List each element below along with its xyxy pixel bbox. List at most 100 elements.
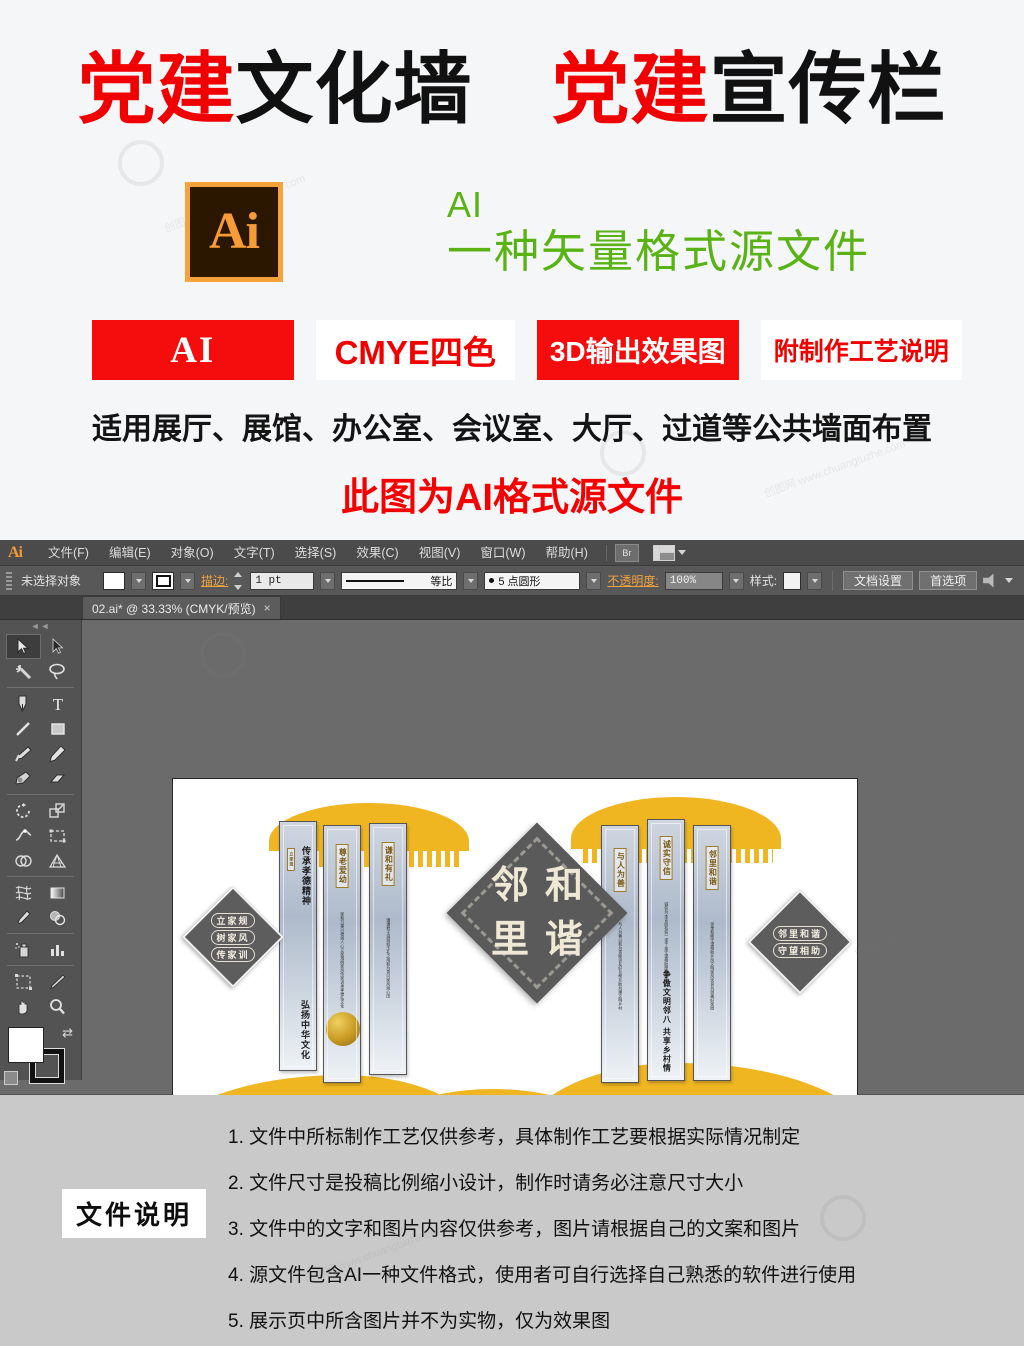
brush-definition-select[interactable]: 5 点圆形 — [484, 571, 581, 590]
menu-type[interactable]: 文字(T) — [224, 540, 285, 566]
promo-page: 创图网 www.chuangtuzhe.com 创图网 www.chuangtu… — [0, 0, 1024, 1346]
stroke-dropdown-icon[interactable] — [180, 571, 196, 590]
scale-tool[interactable] — [41, 798, 76, 823]
opacity-label[interactable]: 不透明度: — [607, 572, 658, 589]
diamond-right-content: 邻里和谐 守望相助 — [765, 907, 835, 977]
toolbox-grip[interactable]: ◄◄ — [0, 620, 81, 632]
document-tab[interactable]: 02.ai* @ 33.33% (CMYK/预览) × — [82, 596, 281, 619]
opacity-dropdown-icon[interactable] — [728, 571, 744, 590]
toolbox-panel: ◄◄ T ⇄ — [0, 620, 82, 1113]
menu-object[interactable]: 对象(O) — [161, 540, 224, 566]
blob-brush-tool[interactable] — [6, 766, 41, 791]
slice-tool[interactable] — [41, 969, 76, 994]
center-diamond-chars: 邻 和 里 谐 — [473, 849, 601, 977]
document-tab-bar: 02.ai* @ 33.33% (CMYK/预览) × — [0, 596, 1024, 620]
panel-right-1-body: 与人为善以和为贵睦邻友好互帮互助共建文明乡村 — [618, 922, 624, 1010]
shape-builder-tool[interactable] — [6, 848, 41, 873]
zoom-tool[interactable] — [41, 994, 76, 1019]
ink-ball-ornament — [326, 1012, 360, 1046]
workspace-layout-icon — [652, 544, 675, 561]
document-setup-button[interactable]: 文档设置 — [843, 571, 914, 590]
tool-grid: T — [0, 632, 81, 1019]
panel-left-1-subtitle: 弘扬中华文化 — [300, 1000, 310, 1060]
default-fill-stroke-icon[interactable] — [4, 1071, 18, 1085]
diamond-badge-right: 邻里和谐 守望相助 — [747, 889, 853, 995]
rectangle-tool[interactable] — [41, 716, 76, 741]
stroke-profile-dropdown-icon[interactable] — [463, 571, 479, 590]
magic-wand-tool[interactable] — [6, 659, 41, 684]
column-graph-tool[interactable] — [41, 937, 76, 962]
panel-left-1-title: 传承孝德精神 — [301, 846, 311, 906]
stroke-color-swatch[interactable] — [152, 571, 175, 590]
panel-right-1-title: 与人为善 — [613, 848, 627, 892]
gradient-tool[interactable] — [41, 880, 76, 905]
diamond-left-line-2: 树家风 — [211, 929, 255, 945]
menu-file[interactable]: 文件(F) — [38, 540, 99, 566]
close-icon[interactable]: × — [264, 601, 271, 615]
stroke-weight-dropdown-icon[interactable] — [320, 571, 336, 590]
title-part-1: 党建 — [77, 45, 236, 133]
bridge-icon[interactable]: Br — [614, 543, 639, 562]
menu-help[interactable]: 帮助(H) — [536, 540, 598, 566]
eraser-tool[interactable] — [41, 766, 76, 791]
menu-bar: Ai 文件(F) 编辑(E) 对象(O) 文字(T) 选择(S) 效果(C) 视… — [0, 540, 1024, 566]
mesh-tool[interactable] — [6, 880, 41, 905]
selection-tool[interactable] — [6, 634, 41, 659]
alert-icon[interactable] — [983, 573, 994, 588]
pencil-tool[interactable] — [41, 741, 76, 766]
preferences-button[interactable]: 首选项 — [919, 571, 978, 590]
free-transform-tool[interactable] — [41, 823, 76, 848]
control-bar: 未选择对象 描边: 1 pt 等比 5 点圆形 不透明度: 100% 样式: 文… — [0, 566, 1024, 596]
brush-dropdown-icon[interactable] — [586, 571, 602, 590]
panel-left-3-body: 谦谦君子温润如玉礼之用和为贵兴家风润心田 — [386, 918, 392, 998]
panel-grip[interactable] — [6, 571, 12, 590]
width-tool[interactable] — [6, 823, 41, 848]
menu-edit[interactable]: 编辑(E) — [99, 540, 161, 566]
rotate-tool[interactable] — [6, 798, 41, 823]
tool-divider — [7, 687, 74, 688]
stroke-weight-stepper[interactable] — [234, 571, 244, 590]
menu-window[interactable]: 窗口(W) — [470, 540, 535, 566]
fill-dropdown-icon[interactable] — [131, 571, 147, 590]
ai-logo-label: Ai — [209, 203, 260, 260]
panel-right-2-body: 诚信为本言而有信一诺千金守望相助厚德载物 — [664, 902, 670, 982]
panel-right-3: 邻里和谐 邻里和睦守望相助乡风文明家风优良共创美好家园 — [693, 825, 731, 1081]
paintbrush-tool[interactable] — [6, 741, 41, 766]
stroke-profile-select[interactable]: 等比 — [341, 571, 458, 590]
tool-divider — [7, 876, 74, 877]
overflow-chevron-icon[interactable] — [1005, 578, 1014, 583]
fill-color-swatch[interactable] — [103, 571, 126, 590]
panel-right-2: 诚实守信 诚信为本言而有信一诺千金守望相助厚德载物 争做文明邻八 共享乡村情 — [647, 819, 685, 1081]
style-dropdown-icon[interactable] — [807, 571, 823, 590]
perspective-grid-tool[interactable] — [41, 848, 76, 873]
opacity-input[interactable]: 100% — [664, 571, 723, 590]
graphic-style-swatch[interactable] — [783, 571, 802, 590]
type-tool[interactable]: T — [41, 691, 76, 716]
fill-color-box[interactable] — [8, 1027, 44, 1063]
pen-tool[interactable] — [6, 691, 41, 716]
format-callout: 此图为AI格式源文件 — [340, 477, 683, 519]
stroke-label[interactable]: 描边: — [201, 572, 228, 589]
lasso-tool[interactable] — [41, 659, 76, 684]
panel-left-2-body: 家和万事兴德润人心立家规树家风传家训承孝德弘文化 — [340, 912, 346, 1008]
menu-effect[interactable]: 效果(C) — [346, 540, 408, 566]
diamond-right-line-2: 守望相助 — [772, 943, 827, 958]
panel-left-2: 尊老爱幼 家和万事兴德润人心立家规树家风传家训承孝德弘文化 — [323, 825, 361, 1083]
menu-view[interactable]: 视图(V) — [409, 540, 471, 566]
hand-tool[interactable] — [6, 994, 41, 1019]
menu-select[interactable]: 选择(S) — [285, 540, 347, 566]
panel-right-3-title: 邻里和谐 — [705, 846, 719, 890]
swap-fill-stroke-icon[interactable]: ⇄ — [62, 1025, 73, 1041]
center-char-3: 里 — [490, 919, 529, 961]
eyedropper-tool[interactable] — [6, 905, 41, 930]
workspace-switcher[interactable] — [652, 544, 686, 561]
artboard-tool[interactable] — [6, 969, 41, 994]
symbol-sprayer-tool[interactable] — [6, 937, 41, 962]
stroke-weight-input[interactable]: 1 pt — [250, 571, 315, 590]
badge-cmyk: CMYE四色 — [315, 320, 515, 380]
direct-selection-tool[interactable] — [41, 634, 76, 659]
line-segment-tool[interactable] — [6, 716, 41, 741]
chevron-down-icon — [677, 550, 686, 555]
blend-tool[interactable] — [41, 905, 76, 930]
note-item-4: 4. 源文件包含AI一种文件格式，使用者可自行选择自己熟悉的软件进行使用 — [228, 1265, 857, 1286]
